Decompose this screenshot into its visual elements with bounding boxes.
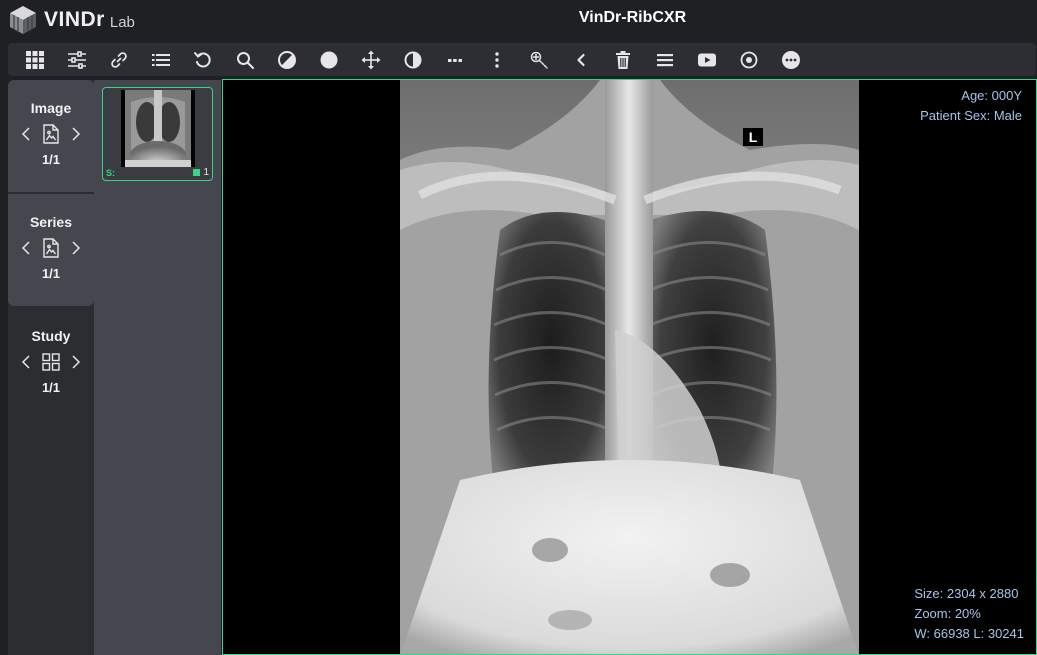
- chevron-left-icon: [577, 53, 585, 66]
- series-navigator: Series 1/1: [8, 194, 94, 306]
- chevron-right-icon: [72, 241, 81, 255]
- delete-button[interactable]: [602, 43, 644, 76]
- layout-grid-button[interactable]: [14, 43, 56, 76]
- ellipse-button[interactable]: [308, 43, 350, 76]
- list-icon: [152, 53, 170, 66]
- laterality-marker: L: [743, 128, 763, 146]
- series-prev-button[interactable]: [18, 238, 34, 258]
- thumbnail-panel: S: 1: [94, 80, 221, 655]
- link-button[interactable]: [98, 43, 140, 76]
- more-vertical-icon: [495, 51, 499, 68]
- image-size: Size: 2304 x 2880: [914, 586, 1019, 601]
- app-header: VINDr Lab VinDr-RibCXR: [0, 0, 1037, 40]
- chevron-right-icon: [72, 127, 81, 141]
- image-nav-title: Image: [30, 100, 72, 116]
- patient-age: Age: 000Y: [961, 88, 1022, 103]
- image-count: 1/1: [41, 152, 61, 167]
- study-navigator: Study 1/1: [8, 308, 94, 420]
- left-navigation: Image 1/1 Series 1/1 Study 1/1: [8, 80, 94, 655]
- image-navigator: Image 1/1: [8, 80, 94, 192]
- window-level-icon: [278, 50, 296, 69]
- grid-icon: [42, 353, 60, 371]
- stack-icon: [193, 169, 201, 176]
- magic-wand-button[interactable]: [518, 43, 560, 76]
- study-prev-button[interactable]: [18, 352, 34, 372]
- menu-icon: [657, 53, 673, 66]
- page-title: VinDr-RibCXR: [578, 9, 687, 26]
- thumbnail-series-label: S:: [106, 168, 115, 178]
- cine-play-icon: [698, 53, 716, 66]
- reset-button[interactable]: [182, 43, 224, 76]
- thumbnail-count-value: 1: [203, 167, 209, 178]
- window-level-button[interactable]: [266, 43, 308, 76]
- pan-button[interactable]: [350, 43, 392, 76]
- link-icon: [111, 51, 127, 68]
- ellipsis-circle-icon: [782, 50, 800, 69]
- chest-xray-image: [400, 80, 859, 654]
- chevron-left-icon: [21, 241, 30, 255]
- study-nav-title: Study: [31, 328, 71, 344]
- image-info-overlay: Size: 2304 x 2880 Zoom: 20% W: 66938 L: …: [914, 584, 1024, 644]
- window-level-values: W: 66938 L: 30241: [914, 626, 1024, 641]
- chevron-left-icon: [21, 127, 30, 141]
- invert-icon: [404, 51, 422, 68]
- patient-sex: Patient Sex: Male: [920, 108, 1022, 123]
- more-options-button[interactable]: [770, 43, 812, 76]
- toolbar: [8, 43, 1036, 76]
- target-icon: [740, 51, 758, 68]
- more-horizontal-button[interactable]: [434, 43, 476, 76]
- menu-button[interactable]: [644, 43, 686, 76]
- chevron-left-icon: [21, 355, 30, 369]
- zoom-button[interactable]: [224, 43, 266, 76]
- layout-grid-icon: [26, 50, 44, 69]
- image-prev-button[interactable]: [18, 124, 34, 144]
- sliders-icon: [68, 50, 86, 69]
- circle-icon: [320, 51, 338, 68]
- zoom-level: Zoom: 20%: [914, 606, 981, 621]
- invert-button[interactable]: [392, 43, 434, 76]
- study-next-button[interactable]: [68, 352, 84, 372]
- target-button[interactable]: [728, 43, 770, 76]
- thumbnail-count: 1: [193, 167, 209, 178]
- thumbnail-image: [121, 90, 195, 167]
- pan-icon: [361, 50, 381, 69]
- more-vertical-button[interactable]: [476, 43, 518, 76]
- series-count: 1/1: [41, 266, 61, 281]
- cine-play-button[interactable]: [686, 43, 728, 76]
- file-image-icon: [43, 238, 59, 258]
- image-next-button[interactable]: [68, 124, 84, 144]
- series-nav-title: Series: [29, 214, 73, 230]
- reset-icon: [194, 51, 211, 67]
- chevron-right-icon: [72, 355, 81, 369]
- zoom-icon: [237, 51, 254, 69]
- magic-wand-icon: [530, 51, 548, 69]
- series-thumbnail[interactable]: S: 1: [102, 87, 213, 181]
- study-count: 1/1: [41, 380, 61, 395]
- series-next-button[interactable]: [68, 238, 84, 258]
- list-button[interactable]: [140, 43, 182, 76]
- collapse-button[interactable]: [560, 43, 602, 76]
- file-image-icon: [43, 124, 59, 144]
- trash-icon: [616, 50, 630, 69]
- patient-info-overlay: Age: 000Y Patient Sex: Male: [920, 86, 1022, 126]
- adjust-settings-button[interactable]: [56, 43, 98, 76]
- image-viewport[interactable]: L Age: 000Y Patient Sex: Male Size: 2304…: [222, 79, 1037, 655]
- more-horizontal-icon: [448, 58, 462, 62]
